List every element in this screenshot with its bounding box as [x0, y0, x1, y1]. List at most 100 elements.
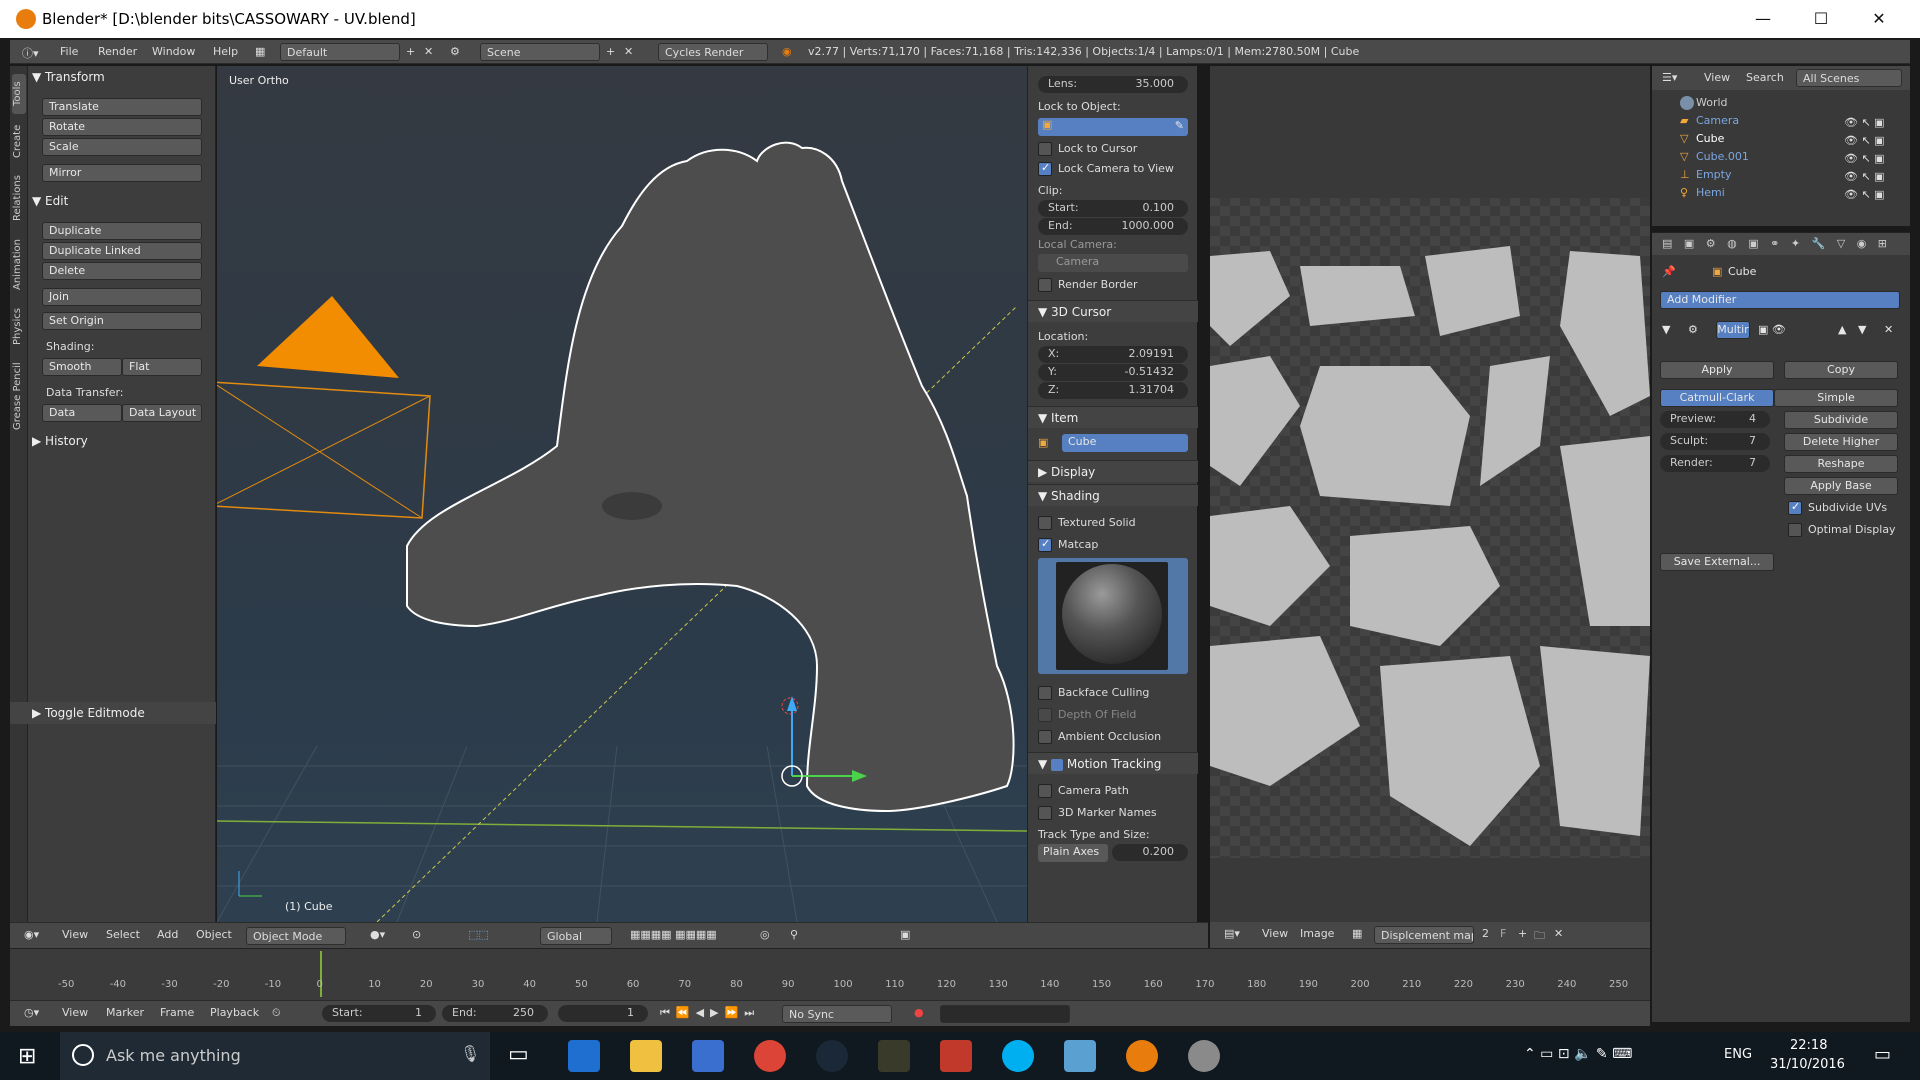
clock-time[interactable]: 22:18 [1790, 1038, 1827, 1053]
end-frame-field[interactable]: End: 250 [442, 1005, 548, 1022]
tab-animation[interactable]: Animation [12, 232, 26, 298]
optimal-display-checkbox[interactable] [1788, 523, 1802, 537]
layers-icon[interactable]: ▦▦▦▦ ▦▦▦▦ [630, 928, 717, 941]
clip-end-field[interactable]: End: 1000.000 [1038, 218, 1188, 235]
duplicate-button[interactable]: Duplicate [42, 222, 202, 240]
outliner-item-cube[interactable]: Cube [1696, 132, 1724, 145]
subdivide-uvs-checkbox[interactable] [1788, 500, 1802, 515]
lock-to-cursor-checkbox[interactable] [1038, 142, 1052, 156]
matcap-preview[interactable] [1038, 558, 1188, 674]
menu-add[interactable]: Add [157, 928, 178, 941]
menu-help[interactable]: Help [213, 45, 238, 58]
current-frame-indicator[interactable] [320, 951, 322, 997]
minimize-button[interactable]: — [1734, 0, 1792, 38]
menu-playback[interactable]: Playback [210, 1006, 259, 1019]
new-image-icon[interactable]: + [1518, 927, 1527, 940]
tab-create[interactable]: Create [12, 118, 26, 164]
outliner-item-cube001[interactable]: Cube.001 [1696, 150, 1749, 163]
edit-panel-header[interactable]: ▼ Edit [32, 190, 212, 212]
render-levels-field[interactable]: Render: 7 [1660, 455, 1770, 472]
maximize-button[interactable]: ☐ [1792, 0, 1850, 38]
use-preview-range-icon[interactable]: ⏲ [272, 1006, 281, 1020]
uv-image-editor[interactable] [1210, 66, 1650, 922]
notifications-icon[interactable]: ▭ [1874, 1044, 1891, 1065]
scene-icon[interactable]: ⚙ [450, 45, 460, 58]
add-scene-icon[interactable]: + [606, 45, 615, 58]
microphone-icon[interactable]: 🎙 [460, 1044, 480, 1063]
set-origin-dropdown[interactable]: Set Origin [42, 312, 202, 330]
matcap-checkbox[interactable] [1038, 537, 1052, 552]
apply-modifier-button[interactable]: Apply [1660, 361, 1774, 379]
playback-controls[interactable]: ⏮⏪◀▶⏩⏭ [660, 1006, 760, 1020]
ambient-occlusion-checkbox[interactable] [1038, 730, 1052, 744]
catmull-clark-button[interactable]: Catmull-Clark [1660, 389, 1774, 407]
duplicate-linked-button[interactable]: Duplicate Linked [42, 242, 202, 260]
property-tab-icons[interactable]: ▤ ▣ ⚙ ◍ ▣ ⚭ ✦ 🔧 ▽ ◉ ⊞ [1662, 237, 1891, 250]
copy-modifier-button[interactable]: Copy [1784, 361, 1898, 379]
chrome-icon[interactable] [754, 1040, 786, 1072]
windows-start-icon[interactable]: ⊞ [18, 1044, 36, 1069]
save-external-button[interactable]: Save External... [1660, 553, 1774, 571]
backface-culling-checkbox[interactable] [1038, 686, 1052, 700]
tab-physics[interactable]: Physics [12, 302, 26, 352]
skype-icon[interactable] [1002, 1040, 1034, 1072]
menu-view[interactable]: View [62, 928, 88, 941]
lens-field[interactable]: Lens: 35.000 [1038, 76, 1188, 93]
open-image-icon[interactable]: 🗀 [1534, 927, 1545, 946]
lock-object-field[interactable]: ▣ ✎ [1038, 118, 1188, 136]
menu-render[interactable]: Render [98, 45, 137, 58]
menu-view[interactable]: View [62, 1006, 88, 1019]
display-panel-header[interactable]: ▶ Display [1028, 460, 1198, 482]
modifier-display-toggles[interactable]: ▣ 👁 [1758, 323, 1786, 336]
motion-tracking-panel-header[interactable]: ▼ Motion Tracking [1028, 752, 1198, 774]
clock-date[interactable]: 31/10/2016 [1770, 1057, 1845, 1072]
camera-triangle[interactable] [257, 296, 399, 378]
motion-tracking-checkbox[interactable] [1051, 758, 1064, 771]
steam-icon[interactable] [816, 1040, 848, 1072]
history-panel-header[interactable]: ▶ History [32, 430, 212, 452]
data-button[interactable]: Data [42, 404, 122, 422]
mode-selector[interactable]: Object Mode [246, 927, 346, 945]
blender-taskbar-icon[interactable] [1126, 1040, 1158, 1072]
tab-grease-pencil[interactable]: Grease Pencil [12, 356, 26, 436]
store-icon[interactable] [692, 1040, 724, 1072]
move-modifier-down-icon[interactable]: ▼ [1858, 323, 1866, 336]
remove-scene-icon[interactable]: ✕ [624, 45, 633, 58]
transform-panel-header[interactable]: ▼ Transform [32, 66, 212, 88]
editor-type-icon[interactable]: ▤▾ [1224, 927, 1240, 940]
unlink-image-icon[interactable]: ✕ [1554, 927, 1563, 940]
item-name-field[interactable]: Cube [1062, 434, 1188, 452]
collapse-modifier-icon[interactable]: ▼ [1662, 323, 1670, 336]
mirror-button[interactable]: Mirror [42, 164, 202, 182]
pivot-icon[interactable]: ⊙ [412, 928, 421, 941]
current-frame-field[interactable]: 1 [558, 1005, 648, 1022]
layout-selector[interactable]: Default [280, 43, 400, 61]
menu-frame[interactable]: Frame [160, 1006, 194, 1019]
pin-icon[interactable]: 📌 [1662, 265, 1676, 278]
manipulator-icon[interactable]: ⬚⬚ [468, 928, 489, 941]
data-layout-button[interactable]: Data Layout [122, 404, 202, 422]
scale-button[interactable]: Scale [42, 138, 202, 156]
cursor-y-field[interactable]: Y: -0.51432 [1038, 364, 1188, 381]
timeline[interactable]: -50 -40 -30 -20 -10 0 10 20 30 40 50 60 70 80 90 100 110… [10, 948, 1650, 1000]
clip-start-field[interactable]: Start: 0.100 [1038, 200, 1188, 217]
translate-button[interactable]: Translate [42, 98, 202, 116]
menu-window[interactable]: Window [152, 45, 195, 58]
render-preview-icon[interactable]: ▣ [900, 928, 910, 941]
start-frame-field[interactable]: Start: 1 [322, 1005, 436, 1022]
proportional-edit-icon[interactable]: ◎ [760, 928, 770, 941]
image-users-count[interactable]: 2 [1482, 927, 1489, 940]
sculpt-levels-field[interactable]: Sculpt: 7 [1660, 433, 1770, 450]
record-icon[interactable]: ● [914, 1006, 924, 1019]
image-name-field[interactable]: Displcement map p... [1374, 926, 1474, 944]
add-layout-icon[interactable]: + [406, 45, 415, 58]
apply-base-button[interactable]: Apply Base [1784, 477, 1898, 495]
display-mode-selector[interactable]: All Scenes [1796, 69, 1902, 87]
editor-type-icon[interactable]: ◷▾ [24, 1006, 39, 1019]
shading-panel-header[interactable]: ▼ Shading [1028, 484, 1198, 506]
menu-marker[interactable]: Marker [106, 1006, 144, 1019]
close-button[interactable]: ✕ [1850, 0, 1908, 38]
render-engine-selector[interactable]: Cycles Render [658, 43, 768, 61]
track-type-dropdown[interactable]: Plain Axes [1038, 844, 1108, 862]
sync-mode-selector[interactable]: No Sync [782, 1005, 892, 1023]
